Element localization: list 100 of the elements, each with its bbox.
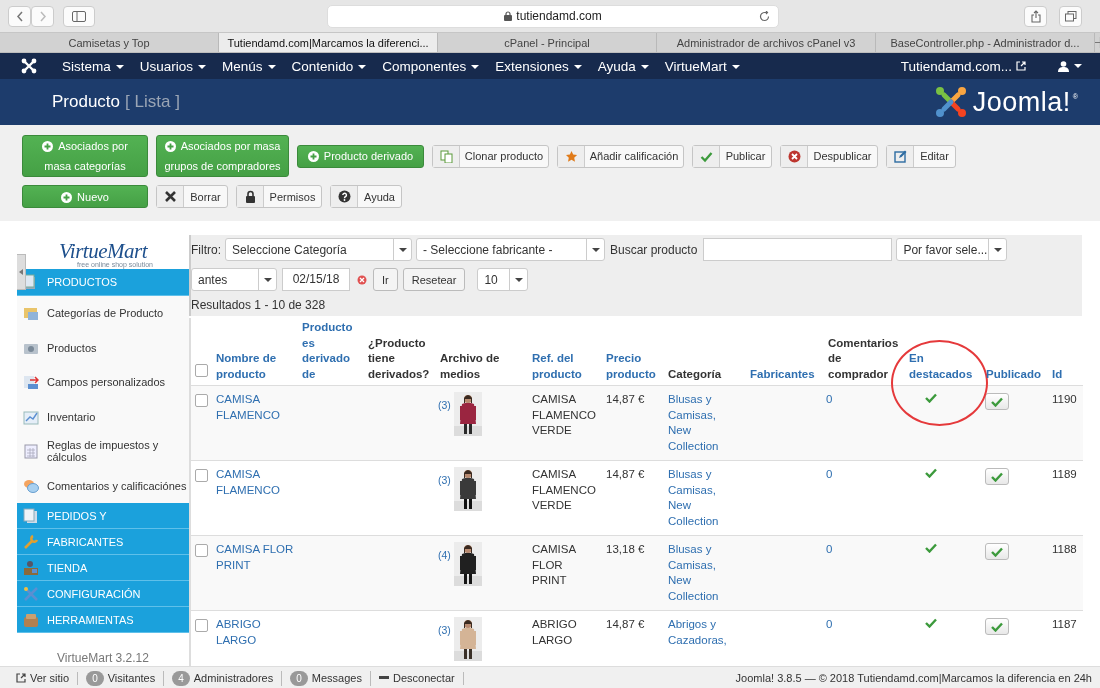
share-button[interactable] <box>1024 5 1047 27</box>
column-header[interactable]: Publicado <box>986 366 1044 382</box>
copy-icon <box>439 149 453 163</box>
toolbar-button[interactable]: Publicar <box>692 144 772 168</box>
check-icon <box>991 396 1003 407</box>
column-header[interactable]: Precio producto <box>606 351 660 382</box>
column-header[interactable]: Producto es derivado de <box>302 320 354 382</box>
toolbar-button[interactable]: Borrar <box>156 185 228 208</box>
row-checkbox[interactable] <box>195 544 208 557</box>
menu-item[interactable]: Usuarios <box>131 58 215 74</box>
status-label[interactable]: Messages <box>311 671 362 685</box>
search-label: Buscar producto <box>610 242 698 257</box>
product-link[interactable]: ABRIGO LARGO <box>216 617 294 648</box>
date-field[interactable]: 02/15/18 <box>282 268 350 291</box>
menu-item[interactable]: VirtueMart <box>656 58 748 74</box>
category-link[interactable]: Blusas y Camisas, New Collection <box>668 542 742 604</box>
browser-tab[interactable]: cPanel - Principal <box>438 33 657 52</box>
publish-toggle[interactable] <box>985 543 1009 560</box>
address-bar[interactable]: tutiendamd.com <box>327 4 779 28</box>
column-header[interactable]: Ref. del producto <box>532 351 598 382</box>
status-label[interactable]: Administradores <box>193 671 274 685</box>
row-checkbox[interactable] <box>195 469 208 482</box>
go-button[interactable]: Ir <box>373 268 398 291</box>
row-checkbox[interactable] <box>195 619 208 632</box>
filter-label: Filtro: <box>191 242 221 257</box>
toolbar-button[interactable]: Editar <box>886 144 956 168</box>
sidebar-item[interactable]: Categorías de Producto <box>17 296 189 331</box>
product-link[interactable]: CAMISA FLAMENCO <box>216 467 294 498</box>
table-cell: 14,87 € <box>606 393 645 405</box>
publish-toggle[interactable] <box>985 618 1009 635</box>
sidebar-item[interactable]: Comentarios y calificaciónes <box>17 468 189 503</box>
browser-tab[interactable]: Camisetas y Top <box>0 33 219 52</box>
toolbar-button[interactable]: Añadir calificación <box>557 144 684 168</box>
back-button[interactable] <box>8 5 31 27</box>
collapse-handle[interactable] <box>17 254 26 290</box>
media-count-link[interactable]: (3) <box>438 473 451 489</box>
row-checkbox[interactable] <box>195 394 208 407</box>
joomla-icon[interactable] <box>21 58 37 74</box>
status-select[interactable]: Por favor sele... <box>896 238 1008 261</box>
category-link[interactable]: Blusas y Camisas, New Collection <box>668 467 742 529</box>
browser-tab[interactable]: Tutiendamd.com|Marcamos la diferenci... <box>219 33 438 52</box>
user-icon <box>1058 60 1069 72</box>
clear-icon[interactable] <box>357 274 367 285</box>
media-count-link[interactable]: (4) <box>438 548 451 564</box>
manufacturer-select[interactable]: - Seleccione fabricante - <box>416 238 605 261</box>
box-icon <box>23 611 39 628</box>
sidebar-item[interactable]: Inventario <box>17 399 189 434</box>
menu-item[interactable]: Extensiones <box>487 58 590 74</box>
forward-button[interactable] <box>31 5 54 27</box>
menu-item[interactable]: Sistema <box>54 58 132 74</box>
media-count-link[interactable]: (3) <box>438 398 451 414</box>
column-header[interactable]: Fabricantes <box>750 366 820 382</box>
category-select[interactable]: Seleccione Categoría <box>225 238 412 261</box>
toolbar-button[interactable]: Ayuda <box>330 185 402 208</box>
menu-item[interactable]: Menús <box>214 58 284 74</box>
publish-toggle[interactable] <box>985 468 1009 485</box>
status-label[interactable]: Visitantes <box>107 671 156 685</box>
browser-tab[interactable]: BaseController.php - Administrador d... <box>876 33 1095 52</box>
category-link[interactable]: Abrigos y Cazadoras, <box>668 617 742 648</box>
comments-link[interactable]: 0 <box>826 392 901 408</box>
page-size-select[interactable]: 10 <box>477 268 529 291</box>
comments-link[interactable]: 0 <box>826 542 901 558</box>
category-link[interactable]: Blusas y Camisas, New Collection <box>668 392 742 454</box>
browser-tab[interactable]: Administrador de archivos cPanel v3 <box>657 33 876 52</box>
menu-item[interactable]: Ayuda <box>589 58 657 74</box>
comments-link[interactable]: 0 <box>826 467 901 483</box>
reset-button[interactable]: Resetear <box>402 268 466 291</box>
comments-link[interactable]: 0 <box>826 617 901 633</box>
logout-link[interactable]: Desconectar <box>392 671 455 685</box>
product-link[interactable]: CAMISA FLAMENCO <box>216 392 294 423</box>
toolbar-button[interactable]: Clonar producto <box>432 144 549 168</box>
toolbar-button[interactable]: Permisos <box>236 185 322 208</box>
sidebar-item[interactable]: Reglas de impuestos y cálculos <box>17 434 189 469</box>
site-link[interactable]: Tutiendamd.com... <box>900 58 1012 74</box>
tabs-button[interactable] <box>1059 5 1082 27</box>
lock-icon <box>243 190 257 203</box>
media-count-link[interactable]: (3) <box>438 623 451 639</box>
column-header: Archivo de medios <box>440 351 501 382</box>
publish-toggle[interactable] <box>985 393 1009 410</box>
reload-icon[interactable] <box>759 10 770 22</box>
menu-item[interactable]: Componentes <box>374 58 488 74</box>
product-link[interactable]: CAMISA FLOR PRINT <box>216 542 294 573</box>
sidebar-item[interactable]: Campos personalizados <box>17 365 189 400</box>
menu-item[interactable]: Contenido <box>283 58 375 74</box>
search-field[interactable] <box>703 238 893 261</box>
folder-icon <box>23 305 39 322</box>
select-all-checkbox[interactable] <box>195 363 208 377</box>
toolbar-button[interactable]: Despublicar <box>780 144 878 168</box>
view-site-link[interactable]: Ver sitio <box>30 671 70 685</box>
column-header[interactable]: En destacados <box>909 351 978 382</box>
user-menu[interactable] <box>1058 60 1082 72</box>
column-header[interactable]: Nombre de producto <box>216 351 294 382</box>
close-circle-icon <box>787 149 801 163</box>
column-header[interactable]: Id <box>1052 366 1079 382</box>
star-icon <box>564 149 578 163</box>
column-header: ¿Producto tiene derivados? <box>368 335 431 382</box>
sidebar-button[interactable] <box>63 5 95 27</box>
calendar-icon <box>23 443 39 460</box>
sidebar-item[interactable]: Productos <box>17 330 189 365</box>
date-mode-select[interactable]: antes <box>191 268 277 291</box>
